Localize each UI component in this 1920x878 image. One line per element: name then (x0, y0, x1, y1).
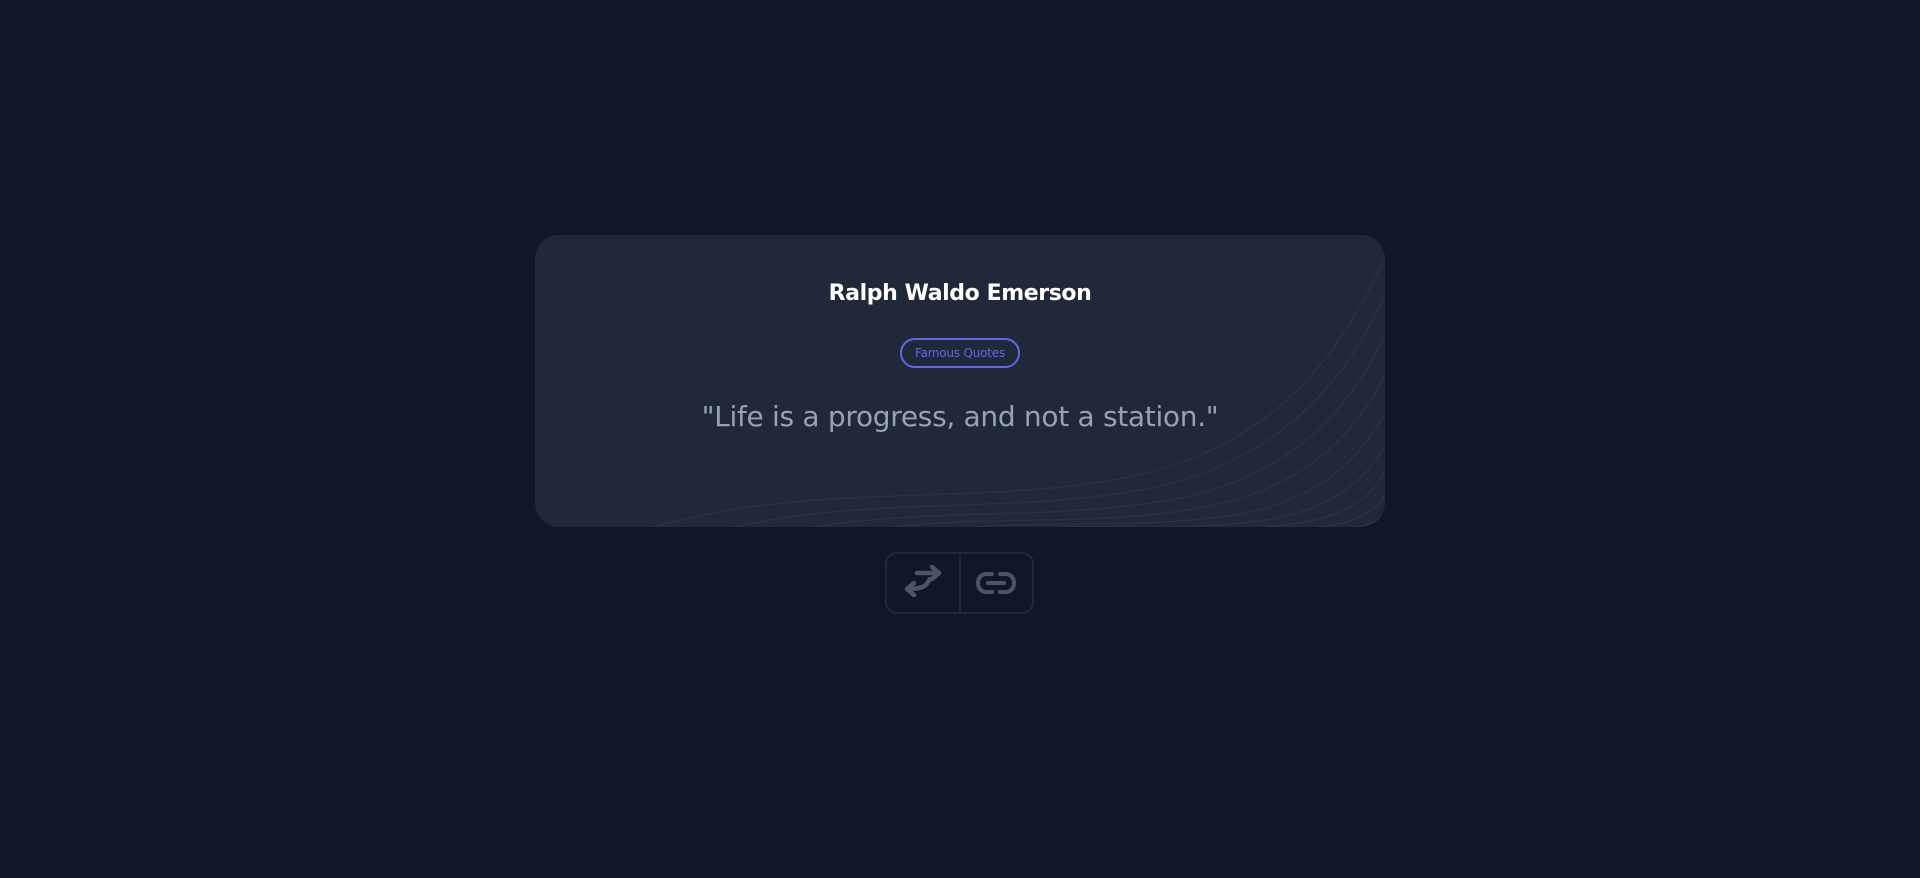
tag-row: Famous Quotes (535, 338, 1385, 368)
wave-pattern-decoration (654, 254, 1385, 527)
author-name: Ralph Waldo Emerson (828, 281, 1092, 306)
quote-text: "Life is a progress, and not a station." (701, 400, 1219, 433)
copy-link-button[interactable] (958, 554, 1033, 612)
link-icon (976, 572, 1017, 594)
swap-arrows-icon (904, 565, 941, 598)
control-group (885, 552, 1034, 614)
shuffle-button[interactable] (887, 554, 959, 612)
page: Ralph Waldo Emerson Famous Quotes "Life … (0, 0, 1920, 878)
quote-card: Ralph Waldo Emerson Famous Quotes "Life … (535, 235, 1385, 527)
category-tag[interactable]: Famous Quotes (900, 338, 1020, 368)
